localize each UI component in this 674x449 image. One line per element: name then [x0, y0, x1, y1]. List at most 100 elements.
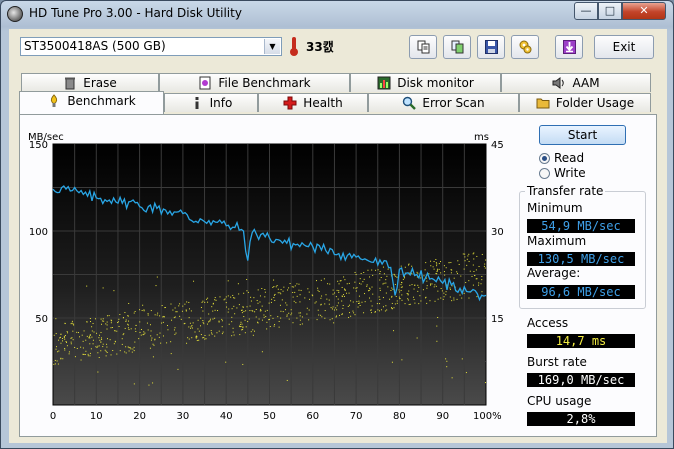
access-time-point [272, 286, 274, 288]
access-time-point [174, 307, 176, 309]
access-time-point [55, 318, 57, 320]
access-time-point [279, 292, 281, 294]
access-time-point [134, 328, 136, 330]
access-time-point [440, 272, 442, 274]
access-time-point [276, 285, 278, 287]
access-time-point [278, 320, 280, 322]
access-time-point [273, 286, 275, 288]
access-time-point [124, 327, 126, 329]
access-time-point [400, 289, 402, 291]
cpu-usage-label: CPU usage [527, 394, 592, 408]
access-time-point [91, 326, 93, 328]
access-time-point [379, 279, 381, 281]
access-time-point [286, 314, 288, 316]
access-time-point [418, 303, 420, 305]
read-radio[interactable] [539, 153, 550, 164]
access-time-point [185, 309, 187, 311]
tab-benchmark[interactable]: Benchmark [19, 91, 164, 114]
tab-benchmark-label: Benchmark [67, 94, 136, 108]
access-time-point [63, 335, 65, 337]
x-tick-label: 10 [90, 411, 103, 422]
access-time-point [116, 353, 118, 355]
access-time-point [294, 291, 296, 293]
access-time-point [430, 284, 432, 286]
access-time-point [408, 263, 410, 265]
access-time-point [446, 366, 448, 368]
access-time-point [324, 303, 326, 305]
access-time-point [266, 321, 268, 323]
access-time-point [134, 341, 136, 343]
access-time-point [68, 353, 70, 355]
access-time-point [426, 287, 428, 289]
access-time-point [296, 317, 298, 319]
access-time-point [243, 306, 245, 308]
access-time-point [335, 316, 337, 318]
write-radio[interactable] [539, 168, 550, 179]
access-time-point [161, 322, 163, 324]
access-time-point [378, 310, 380, 312]
access-time-point [462, 253, 464, 255]
access-time-point [277, 288, 279, 290]
access-time-point [117, 321, 119, 323]
access-time-point [317, 287, 319, 289]
access-time-point [177, 368, 179, 370]
access-time-point [100, 331, 102, 333]
access-time-point [84, 354, 86, 356]
access-time-point [217, 310, 219, 312]
access-time-point [256, 321, 258, 323]
access-time-point [406, 292, 408, 294]
access-time-point [485, 259, 487, 261]
access-time-point [189, 322, 191, 324]
access-time-point [391, 295, 393, 297]
access-time-point [232, 294, 234, 296]
access-time-point [371, 305, 373, 307]
access-time-point [110, 322, 112, 324]
access-time-point [88, 337, 90, 339]
access-time-point [70, 337, 72, 339]
access-time-point [185, 310, 187, 312]
access-time-point [196, 340, 198, 342]
access-time-point [391, 308, 393, 310]
access-time-point [380, 277, 382, 278]
access-time-point [71, 322, 73, 324]
access-time-point [419, 295, 421, 297]
access-time-point [131, 351, 133, 353]
access-time-point [200, 306, 202, 308]
access-time-point [56, 360, 58, 362]
access-time-point [359, 304, 361, 306]
access-time-point [264, 296, 266, 298]
access-time-point [140, 334, 142, 336]
access-time-point [484, 263, 486, 265]
access-time-point [379, 298, 381, 300]
access-time-point [244, 332, 246, 334]
access-time-point [89, 352, 91, 354]
access-time-point [443, 265, 445, 267]
access-time-point [195, 335, 197, 337]
access-time-point [119, 313, 121, 315]
access-time-point [133, 312, 135, 314]
access-time-point [295, 302, 297, 304]
access-time-point [83, 353, 85, 355]
access-time-point [239, 323, 241, 325]
access-time-point [86, 285, 88, 287]
access-time-point [139, 331, 141, 333]
access-time-point [71, 337, 73, 339]
access-time-point [329, 283, 331, 285]
access-time-point [292, 322, 294, 324]
access-time-point [318, 314, 320, 316]
access-time-point [473, 271, 475, 273]
access-time-point [308, 319, 310, 321]
access-time-point [321, 295, 323, 297]
access-time-point [287, 289, 289, 291]
access-time-point [376, 303, 378, 305]
access-time-point [194, 331, 196, 333]
access-time-point [329, 319, 331, 321]
access-time-point [100, 341, 102, 343]
access-time-point [386, 309, 388, 311]
access-time-point [231, 321, 233, 323]
start-button[interactable]: Start [539, 125, 626, 145]
access-time-point [239, 334, 241, 336]
access-time-point [461, 297, 463, 299]
cpu-usage-value: 2,8% [527, 412, 635, 426]
access-time-point [255, 316, 257, 318]
